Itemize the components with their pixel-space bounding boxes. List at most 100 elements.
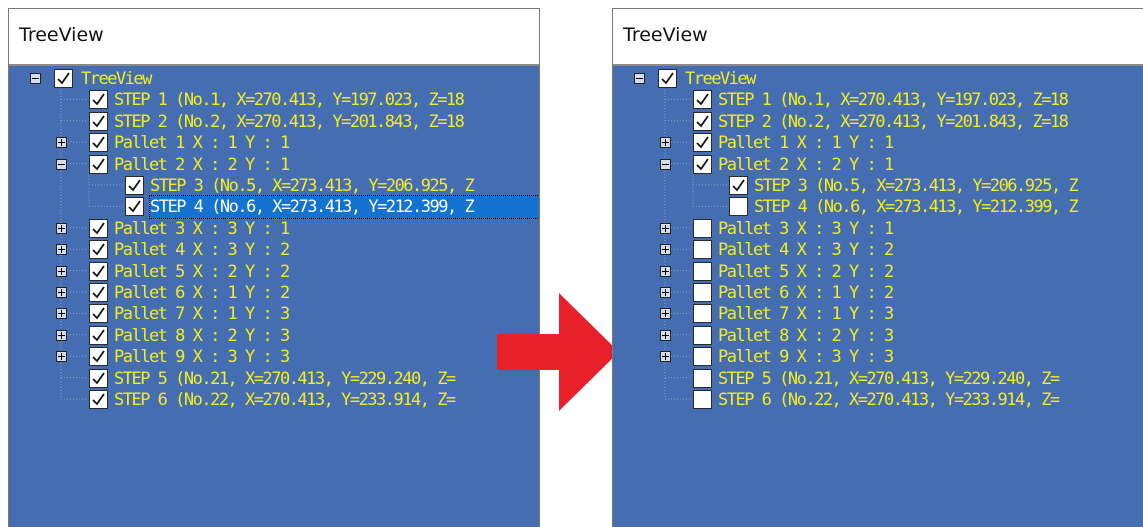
checkbox-checked[interactable] bbox=[729, 176, 748, 195]
checkbox-checked[interactable] bbox=[89, 390, 108, 409]
tree-item[interactable]: Pallet 1 X : 1 Y : 1 bbox=[9, 132, 539, 154]
tree-view[interactable]: TreeView STEP 1 (No.1, X=270.413, Y=197.0… bbox=[9, 66, 539, 527]
tree-item[interactable]: Pallet 3 X : 3 Y : 1 bbox=[9, 218, 539, 240]
tree-item[interactable]: STEP 2 (No.2, X=270.413, Y=201.843, Z=18 bbox=[9, 111, 539, 133]
checkbox-checked[interactable] bbox=[89, 90, 108, 110]
checkbox-unchecked[interactable] bbox=[693, 325, 712, 345]
checkmark-icon bbox=[661, 72, 674, 85]
tree-item[interactable]: Pallet 2 X : 2 Y : 1 bbox=[613, 154, 1143, 176]
expand-plus-icon[interactable] bbox=[660, 222, 671, 234]
tree-item[interactable]: STEP 4 (No.6, X=273.413, Y=212.399, Z bbox=[613, 196, 1143, 218]
checkbox-unchecked[interactable] bbox=[729, 197, 748, 217]
checkbox-checked[interactable] bbox=[89, 304, 108, 324]
tree-item[interactable]: Pallet 3 X : 3 Y : 1 bbox=[613, 218, 1143, 240]
tree-item[interactable]: Pallet 7 X : 1 Y : 3 bbox=[613, 303, 1143, 325]
tree-view[interactable]: TreeView STEP 1 (No.1, X=270.413, Y=197.0… bbox=[613, 66, 1143, 527]
tree-item-label: STEP 6 (No.22, X=270.413, Y=233.914, Z= bbox=[718, 390, 1060, 410]
checkmark-icon bbox=[92, 393, 105, 406]
tree-item[interactable]: STEP 6 (No.22, X=270.413, Y=233.914, Z= bbox=[613, 389, 1143, 411]
checkbox-unchecked[interactable] bbox=[693, 390, 712, 409]
tree-item[interactable]: Pallet 6 X : 1 Y : 2 bbox=[9, 282, 539, 304]
checkbox-checked[interactable] bbox=[89, 283, 108, 302]
collapse-minus-icon[interactable] bbox=[30, 73, 41, 84]
tree-item[interactable]: Pallet 1 X : 1 Y : 1 bbox=[613, 132, 1143, 154]
tree-item-label: STEP 1 (No.1, X=270.413, Y=197.023, Z=18 bbox=[114, 90, 465, 111]
tree-item[interactable]: STEP 3 (No.5, X=273.413, Y=206.925, Z bbox=[9, 175, 539, 197]
treeview-panel-before: TreeView TreeView STEP 1 (No.1, X=270.413… bbox=[8, 8, 540, 527]
expand-plus-icon[interactable] bbox=[56, 137, 67, 149]
expand-plus-icon[interactable] bbox=[56, 287, 67, 298]
expand-plus-icon[interactable] bbox=[56, 308, 67, 320]
tree-root-item[interactable]: TreeView bbox=[613, 68, 1143, 90]
tree-root-item[interactable]: TreeView bbox=[9, 68, 539, 90]
checkbox-checked[interactable] bbox=[89, 111, 108, 131]
checkbox-checked[interactable] bbox=[693, 90, 712, 110]
checkbox-checked[interactable] bbox=[125, 197, 144, 217]
tree-item[interactable]: Pallet 8 X : 2 Y : 3 bbox=[613, 325, 1143, 347]
tree-item[interactable]: STEP 5 (No.21, X=270.413, Y=229.240, Z= bbox=[9, 368, 539, 390]
tree-item[interactable]: Pallet 8 X : 2 Y : 3 bbox=[9, 325, 539, 347]
tree-item[interactable]: Pallet 7 X : 1 Y : 3 bbox=[9, 303, 539, 325]
checkbox-checked[interactable] bbox=[89, 240, 108, 260]
expand-plus-icon[interactable] bbox=[660, 244, 671, 256]
expand-plus-icon[interactable] bbox=[56, 222, 67, 234]
tree-item-label: STEP 5 (No.21, X=270.413, Y=229.240, Z= bbox=[114, 368, 456, 389]
tree-item[interactable]: STEP 6 (No.22, X=270.413, Y=233.914, Z= bbox=[9, 389, 539, 411]
collapse-minus-icon[interactable] bbox=[660, 158, 671, 170]
checkbox-checked[interactable] bbox=[693, 111, 712, 131]
checkbox-unchecked[interactable] bbox=[693, 304, 712, 324]
expand-plus-icon[interactable] bbox=[660, 308, 671, 320]
tree-item[interactable]: Pallet 9 X : 3 Y : 3 bbox=[9, 346, 539, 368]
tree-item-label: Pallet 9 X : 3 Y : 3 bbox=[114, 347, 290, 368]
checkmark-icon bbox=[57, 72, 70, 85]
tree-item[interactable]: STEP 3 (No.5, X=273.413, Y=206.925, Z bbox=[613, 175, 1143, 197]
tree-item[interactable]: STEP 2 (No.2, X=270.413, Y=201.843, Z=18 bbox=[613, 111, 1143, 133]
tree-item[interactable]: STEP 4 (No.6, X=273.413, Y=212.399, Z bbox=[9, 195, 539, 220]
expand-plus-icon[interactable] bbox=[660, 351, 671, 363]
checkbox-checked[interactable] bbox=[125, 176, 144, 195]
collapse-minus-icon[interactable] bbox=[56, 158, 67, 170]
checkbox-checked[interactable] bbox=[89, 261, 108, 281]
expand-plus-icon[interactable] bbox=[56, 265, 67, 277]
expand-plus-icon[interactable] bbox=[56, 351, 67, 363]
checkbox-checked[interactable] bbox=[693, 154, 712, 174]
tree-item[interactable]: Pallet 2 X : 2 Y : 1 bbox=[9, 154, 539, 176]
checkbox-checked[interactable] bbox=[89, 218, 108, 238]
checkbox-unchecked[interactable] bbox=[693, 283, 712, 302]
checkbox-checked[interactable] bbox=[658, 69, 677, 88]
checkbox-checked[interactable] bbox=[693, 133, 712, 153]
tree-item[interactable]: Pallet 5 X : 2 Y : 2 bbox=[613, 261, 1143, 283]
checkmark-icon bbox=[696, 93, 709, 106]
expand-plus-icon[interactable] bbox=[660, 265, 671, 277]
expand-plus-icon[interactable] bbox=[660, 137, 671, 149]
tree-item[interactable]: Pallet 5 X : 2 Y : 2 bbox=[9, 261, 539, 283]
collapse-minus-icon[interactable] bbox=[634, 73, 645, 84]
tree-item-label: STEP 1 (No.1, X=270.413, Y=197.023, Z=18 bbox=[718, 90, 1069, 111]
tree-item[interactable]: Pallet 4 X : 3 Y : 2 bbox=[613, 239, 1143, 261]
checkbox-checked[interactable] bbox=[89, 368, 108, 388]
tree-item[interactable]: STEP 1 (No.1, X=270.413, Y=197.023, Z=18 bbox=[9, 89, 539, 111]
tree-item-label: Pallet 6 X : 1 Y : 2 bbox=[718, 283, 894, 303]
checkbox-unchecked[interactable] bbox=[693, 261, 712, 281]
expand-plus-icon[interactable] bbox=[660, 287, 671, 298]
checkbox-checked[interactable] bbox=[89, 133, 108, 153]
expand-plus-icon[interactable] bbox=[56, 329, 67, 341]
tree-item[interactable]: Pallet 6 X : 1 Y : 2 bbox=[613, 282, 1143, 304]
checkbox-checked[interactable] bbox=[54, 69, 73, 88]
tree-item[interactable]: STEP 5 (No.21, X=270.413, Y=229.240, Z= bbox=[613, 368, 1143, 390]
tree-item[interactable]: Pallet 9 X : 3 Y : 3 bbox=[613, 346, 1143, 368]
expand-plus-icon[interactable] bbox=[660, 329, 671, 341]
tree-item-label: Pallet 5 X : 2 Y : 2 bbox=[114, 261, 290, 282]
checkbox-checked[interactable] bbox=[89, 347, 108, 367]
checkbox-unchecked[interactable] bbox=[693, 368, 712, 388]
checkbox-checked[interactable] bbox=[89, 325, 108, 345]
tree-item-label: STEP 2 (No.2, X=270.413, Y=201.843, Z=18 bbox=[114, 111, 465, 132]
checkbox-unchecked[interactable] bbox=[693, 218, 712, 238]
checkbox-unchecked[interactable] bbox=[693, 347, 712, 367]
tree-item[interactable]: STEP 1 (No.1, X=270.413, Y=197.023, Z=18 bbox=[613, 89, 1143, 111]
tree-item[interactable]: Pallet 4 X : 3 Y : 2 bbox=[9, 239, 539, 261]
checkbox-checked[interactable] bbox=[89, 154, 108, 174]
tree-item-label: Pallet 6 X : 1 Y : 2 bbox=[114, 283, 290, 303]
expand-plus-icon[interactable] bbox=[56, 244, 67, 256]
checkbox-unchecked[interactable] bbox=[693, 240, 712, 260]
